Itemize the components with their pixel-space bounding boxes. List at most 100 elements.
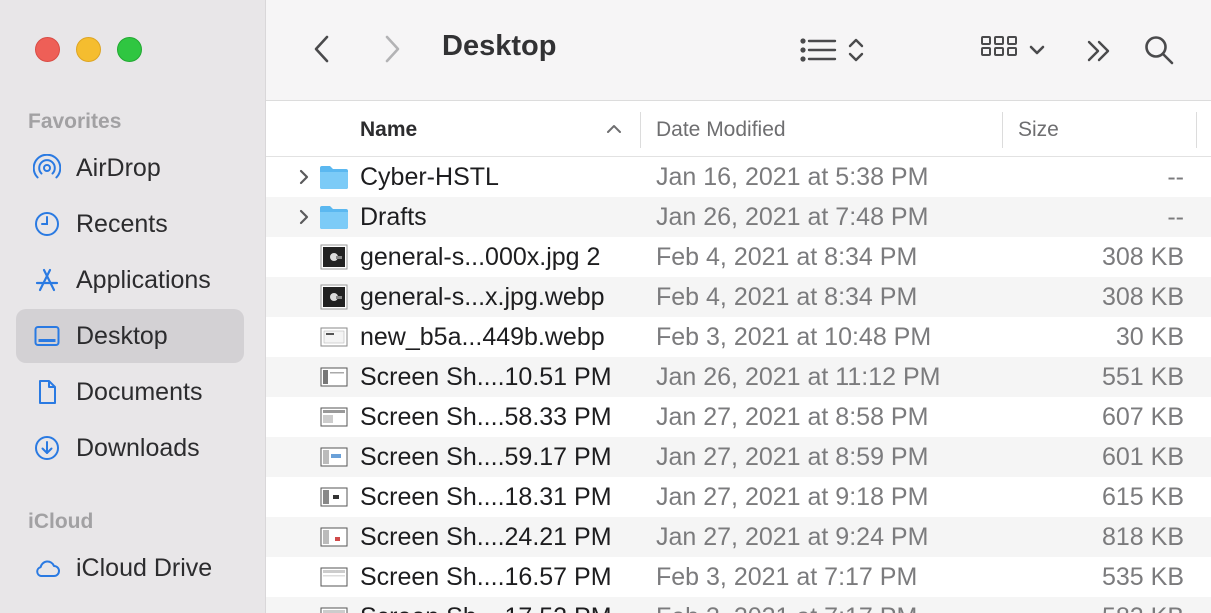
table-row[interactable]: general-s...x.jpg.webp Feb 4, 2021 at 8:… [266,277,1211,317]
file-date: Feb 3, 2021 at 7:17 PM [656,563,918,591]
sidebar-item-desktop[interactable]: Desktop [16,309,244,363]
screenshot-thumbnail-icon [320,527,348,547]
column-divider[interactable] [1196,112,1197,148]
file-size: 582 KB [1102,597,1184,613]
file-name: Drafts [360,203,427,231]
double-chevron-right-icon [1087,40,1110,62]
image-thumbnail-icon [320,244,348,270]
file-name: new_b5a...449b.webp [360,323,605,351]
view-mode-button[interactable] [794,33,869,67]
table-row[interactable]: Screen Sh....17.52 PM Feb 3, 2021 at 7:1… [266,597,1211,613]
column-divider[interactable] [1002,112,1003,148]
forward-button[interactable] [378,32,408,66]
file-size: 607 KB [1101,403,1184,431]
file-name: general-s...x.jpg.webp [360,283,605,311]
sidebar-item-airdrop[interactable]: AirDrop [16,141,244,195]
file-date: Jan 16, 2021 at 5:38 PM [656,163,929,191]
grid-group-icon [981,36,1017,56]
airdrop-icon [32,153,62,183]
table-row[interactable]: Screen Sh....24.21 PM Jan 27, 2021 at 9:… [266,517,1211,557]
file-date: Feb 4, 2021 at 8:34 PM [656,243,918,271]
table-row[interactable]: Drafts Jan 26, 2021 at 7:48 PM -- [266,197,1211,237]
finder-window: Favorites AirDrop Recents Applications D… [0,0,1211,613]
updown-chevron-icon [848,38,863,62]
screenshot-thumbnail-icon [320,607,348,613]
screenshot-thumbnail-icon [320,567,348,587]
file-size: 308 KB [1101,243,1184,271]
close-button[interactable] [35,37,60,62]
document-icon [32,377,62,407]
table-row[interactable]: Screen Sh....18.31 PM Jan 27, 2021 at 9:… [266,477,1211,517]
search-icon [1145,36,1174,65]
disclosure-triangle-icon[interactable] [296,167,312,187]
table-row[interactable]: general-s...000x.jpg 2 Feb 4, 2021 at 8:… [266,237,1211,277]
screenshot-thumbnail-icon [320,407,348,427]
sidebar-item-documents[interactable]: Documents [16,365,244,419]
window-controls [35,37,142,62]
file-date: Jan 26, 2021 at 11:12 PM [656,363,941,391]
file-name: Screen Sh....18.31 PM [360,483,612,511]
sort-ascending-icon [607,125,621,133]
file-name: Screen Sh....58.33 PM [360,403,612,431]
screenshot-thumbnail-icon [320,487,348,507]
file-size: -- [1167,203,1184,231]
cloud-icon [32,553,62,583]
sidebar-item-label: Desktop [76,321,168,350]
file-list: Cyber-HSTL Jan 16, 2021 at 5:38 PM -- Dr… [266,157,1211,613]
file-name: Screen Sh....24.21 PM [360,523,612,551]
file-date: Feb 3, 2021 at 10:48 PM [656,323,932,351]
back-button[interactable] [306,32,336,66]
file-size: 601 KB [1101,443,1184,471]
file-name: Screen Sh....10.51 PM [360,363,612,391]
sidebar-item-applications[interactable]: Applications [16,253,244,307]
table-row[interactable]: Screen Sh....16.57 PM Feb 3, 2021 at 7:1… [266,557,1211,597]
column-date-modified[interactable]: Date Modified [656,102,786,157]
column-name[interactable]: Name [360,102,417,157]
download-icon [32,433,62,463]
sidebar-item-recents[interactable]: Recents [16,197,244,251]
file-size: 30 KB [1115,323,1184,351]
sidebar-item-label: Recents [76,209,168,238]
file-size: 818 KB [1101,523,1184,551]
search-button[interactable] [1140,32,1178,68]
file-date: Jan 27, 2021 at 8:58 PM [656,403,929,431]
file-date: Jan 27, 2021 at 8:59 PM [656,443,929,471]
icloud-heading: iCloud [28,510,94,533]
file-date: Feb 3, 2021 at 7:17 PM [656,597,917,613]
chevron-right-icon [385,35,400,63]
table-row[interactable]: Screen Sh....58.33 PM Jan 27, 2021 at 8:… [266,397,1211,437]
chevron-down-icon [1029,45,1045,55]
screenshot-thumbnail-icon [320,367,348,387]
file-name: Screen Sh....17.52 PM [360,597,612,613]
column-header: Name Date Modified Size [266,102,1211,157]
window-title: Desktop [442,30,557,62]
table-row[interactable]: new_b5a...449b.webp Feb 3, 2021 at 10:48… [266,317,1211,357]
table-row[interactable]: Screen Sh....59.17 PM Jan 27, 2021 at 8:… [266,437,1211,477]
sidebar-item-label: iCloud Drive [76,553,213,582]
file-name: Screen Sh....16.57 PM [360,563,612,591]
file-name: Cyber-HSTL [360,163,499,191]
chevron-left-icon [314,35,329,63]
image-thumbnail-icon [320,327,348,347]
list-view-icon [799,38,836,62]
more-toolbar-button[interactable] [1081,34,1117,68]
column-size[interactable]: Size [1018,102,1059,157]
sidebar-item-icloud-drive[interactable]: iCloud Drive [16,541,244,595]
group-button[interactable] [976,33,1050,67]
clock-icon [32,209,62,239]
sidebar-item-downloads[interactable]: Downloads [16,421,244,475]
file-size: -- [1167,163,1184,191]
column-divider[interactable] [640,112,641,148]
table-row[interactable]: Cyber-HSTL Jan 16, 2021 at 5:38 PM -- [266,157,1211,197]
minimize-button[interactable] [76,37,101,62]
toolbar: Desktop [266,0,1211,101]
sidebar-item-label: Documents [76,377,203,406]
file-size: 308 KB [1101,283,1184,311]
sidebar-item-label: AirDrop [76,153,161,182]
table-row[interactable]: Screen Sh....10.51 PM Jan 26, 2021 at 11… [266,357,1211,397]
zoom-button[interactable] [117,37,142,62]
file-date: Feb 4, 2021 at 8:34 PM [656,283,918,311]
image-thumbnail-icon [320,284,348,310]
desktop-icon [32,321,62,351]
disclosure-triangle-icon[interactable] [296,207,312,227]
